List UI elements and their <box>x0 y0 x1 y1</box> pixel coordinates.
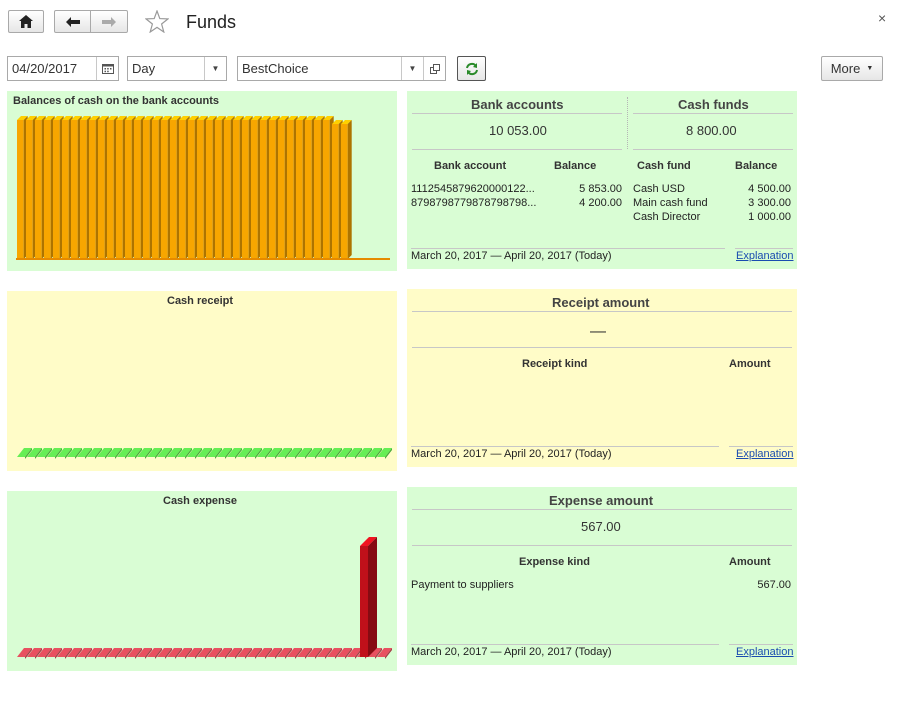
chevron-down-icon: ▼ <box>866 65 874 72</box>
divider <box>411 644 719 645</box>
receipt-summary-panel: Receipt amount — Receipt kind Amount Mar… <box>407 289 797 467</box>
divider <box>412 509 792 510</box>
table-cell: Payment to suppliers <box>411 579 514 591</box>
balances-chart <box>16 116 390 260</box>
table-cell: 1 000.00 <box>748 211 791 223</box>
calendar-icon[interactable] <box>96 57 118 80</box>
table-cell: 4 200.00 <box>579 197 622 209</box>
bank-header: Bank accounts <box>471 97 564 112</box>
table-cell: 5 853.00 <box>579 183 622 195</box>
column-header: Bank account <box>434 160 507 172</box>
divider <box>633 149 793 150</box>
explanation-link[interactable]: Explanation <box>736 250 794 262</box>
home-button[interactable] <box>8 10 44 33</box>
bank-summary-panel: Bank accounts Cash funds 10 053.00 8 800… <box>407 91 797 269</box>
table-cell: Main cash fund <box>633 197 708 209</box>
back-button[interactable] <box>54 10 91 33</box>
open-icon[interactable] <box>423 57 445 80</box>
page-title: Funds <box>186 12 237 32</box>
table-cell: 1112545879620000122... <box>411 183 535 195</box>
balances-chart-panel: Balances of cash on the bank accounts <box>7 91 397 271</box>
column-header: Receipt kind <box>522 358 588 370</box>
divider <box>412 149 622 150</box>
explanation-link[interactable]: Explanation <box>736 646 794 658</box>
divider <box>633 113 793 114</box>
expense-header: Expense amount <box>549 493 654 508</box>
company-value: BestChoice <box>242 61 309 76</box>
table-cell: 3 300.00 <box>748 197 791 209</box>
divider <box>627 97 628 149</box>
home-icon <box>19 15 33 28</box>
arrow-left-icon <box>65 16 80 27</box>
refresh-button[interactable] <box>457 56 486 81</box>
period-text: March 20, 2017 — April 20, 2017 (Today) <box>411 448 612 460</box>
divider <box>729 446 793 447</box>
expense-summary-panel: Expense amount 567.00 Expense kind Amoun… <box>407 487 797 665</box>
chevron-down-icon[interactable]: ▼ <box>401 57 423 80</box>
column-header: Balance <box>554 160 597 172</box>
expense-chart <box>17 537 392 659</box>
divider <box>735 248 793 249</box>
chart-bar-tall <box>360 537 377 657</box>
cash-total: 8 800.00 <box>686 123 737 138</box>
close-icon[interactable]: × <box>878 10 886 26</box>
table-cell: 567.00 <box>757 579 791 591</box>
divider <box>411 446 719 447</box>
column-header: Cash fund <box>637 160 691 172</box>
arrow-right-icon <box>102 16 116 27</box>
column-header: Expense kind <box>519 556 590 568</box>
column-header: Amount <box>729 358 771 370</box>
more-label: More <box>830 61 861 76</box>
company-select[interactable]: BestChoice ▼ <box>237 56 446 81</box>
divider <box>412 311 792 312</box>
period-text: March 20, 2017 — April 20, 2017 (Today) <box>411 646 612 658</box>
expense-total: 567.00 <box>581 519 621 534</box>
period-select[interactable]: Day ▼ <box>127 56 227 81</box>
star-icon[interactable] <box>145 10 169 33</box>
chevron-down-icon[interactable]: ▼ <box>204 57 226 80</box>
divider <box>411 248 725 249</box>
chart-floor <box>16 258 390 260</box>
column-header: Amount <box>729 556 771 568</box>
date-field[interactable]: 04/20/2017 <box>7 56 119 81</box>
table-cell: 8798798779878798798... <box>411 197 537 209</box>
expense-chart-panel: Cash expense <box>7 491 397 671</box>
more-button[interactable]: More ▼ <box>821 56 883 81</box>
date-value: 04/20/2017 <box>12 61 78 76</box>
table-cell: Cash Director <box>633 211 701 223</box>
receipt-total: — <box>590 323 606 340</box>
divider <box>412 113 622 114</box>
divider <box>729 644 793 645</box>
bank-total: 10 053.00 <box>489 123 547 138</box>
period-value: Day <box>132 61 156 76</box>
receipt-chart-panel: Cash receipt <box>7 291 397 471</box>
divider <box>412 347 792 348</box>
receipt-header: Receipt amount <box>552 295 650 310</box>
receipt-chart <box>17 448 392 459</box>
refresh-icon <box>465 62 478 75</box>
column-header: Balance <box>735 160 778 172</box>
forward-button[interactable] <box>90 10 128 33</box>
table-cell: Cash USD <box>633 183 685 195</box>
period-text: March 20, 2017 — April 20, 2017 (Today) <box>411 250 612 262</box>
explanation-link[interactable]: Explanation <box>736 448 794 460</box>
cash-header: Cash funds <box>678 97 749 112</box>
divider <box>412 545 792 546</box>
table-cell: 4 500.00 <box>748 183 791 195</box>
chart-bar <box>341 120 352 259</box>
